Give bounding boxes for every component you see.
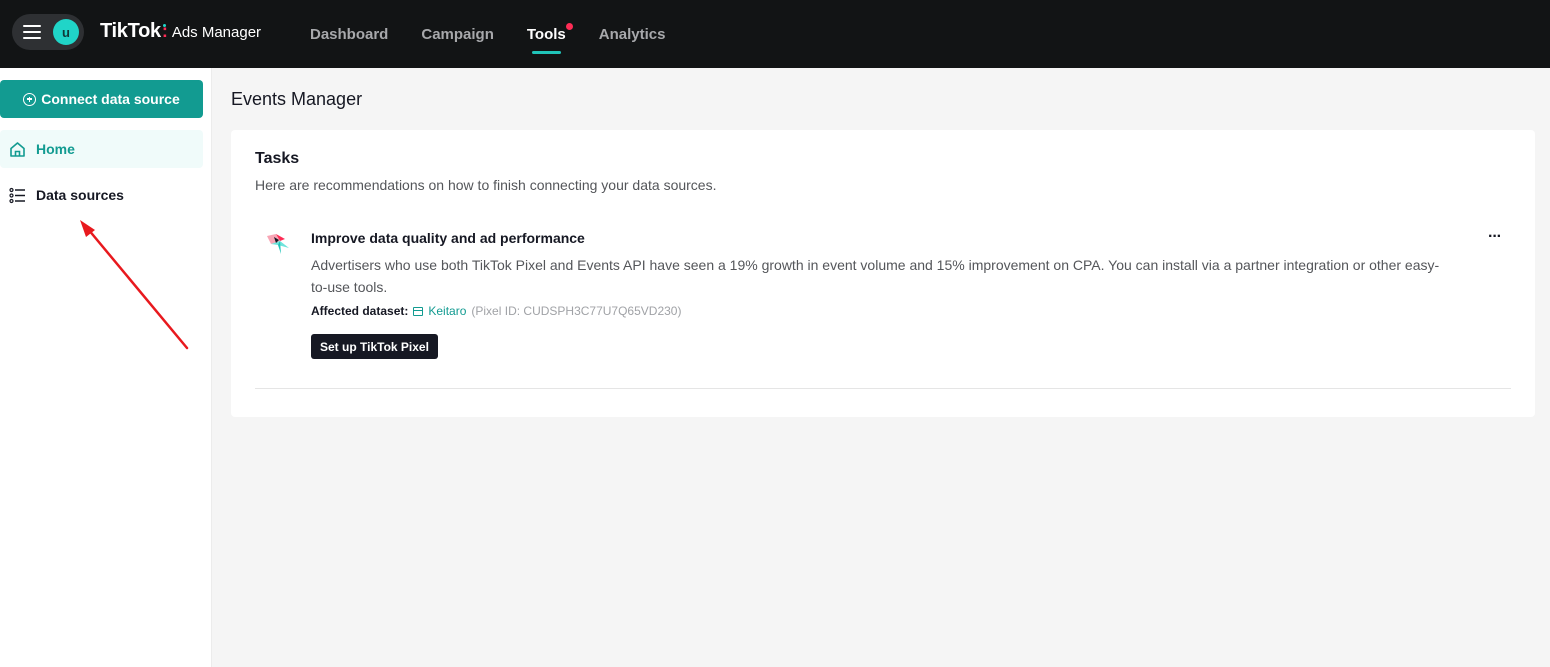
sidebar-item-home[interactable]: Home: [0, 130, 203, 168]
tasks-subtitle: Here are recommendations on how to finis…: [255, 177, 717, 193]
sidebar-item-data-sources[interactable]: Data sources: [0, 176, 203, 214]
sidebar-item-label: Home: [36, 141, 75, 157]
tiktok-logo-text: TikTok: [100, 20, 161, 42]
task-description: Advertisers who use both TikTok Pixel an…: [311, 257, 1440, 295]
nav-analytics[interactable]: Analytics: [599, 0, 666, 68]
connect-data-source-label: Connect data source: [41, 91, 180, 107]
nav-tools[interactable]: Tools: [526, 0, 573, 68]
affected-dataset-label: Affected dataset:: [311, 304, 409, 318]
pixel-task-icon: [267, 234, 289, 254]
divider: [255, 388, 1511, 389]
set-up-tiktok-pixel-button[interactable]: Set up TikTok Pixel: [311, 334, 438, 359]
nav-tools-label: Tools: [526, 25, 566, 43]
more-options-icon[interactable]: ···: [1488, 228, 1502, 246]
list-icon: [9, 187, 25, 203]
main-nav: Dashboard Campaign Tools Analytics: [310, 0, 698, 68]
page-title: Events Manager: [231, 89, 363, 109]
dataset-name-link[interactable]: Keitaro: [428, 304, 466, 318]
tasks-title: Tasks: [255, 150, 300, 167]
hamburger-icon: [23, 25, 41, 39]
brand-product-name: Ads Manager: [171, 24, 262, 41]
tiktok-logo-mark: :: [161, 21, 168, 41]
account-menu-toggle[interactable]: u: [12, 14, 84, 50]
nav-dashboard[interactable]: Dashboard: [310, 0, 388, 68]
brand-logo[interactable]: TikTok : Ads Manager: [100, 20, 261, 43]
avatar[interactable]: u: [53, 19, 79, 45]
affected-dataset: Affected dataset: Keitaro (Pixel ID: CUD…: [311, 304, 681, 318]
top-navigation-bar: u TikTok : Ads Manager Dashboard Campaig…: [0, 0, 1550, 68]
task-title: Improve data quality and ad performance: [311, 230, 585, 246]
sidebar-item-label: Data sources: [36, 187, 124, 203]
dataset-pixel-id: (Pixel ID: CUDSPH3C77U7Q65VD230): [471, 304, 682, 318]
tasks-card: Tasks Here are recommendations on how to…: [231, 130, 1535, 417]
plus-circle-icon: [23, 92, 37, 106]
dataset-icon: [413, 306, 424, 316]
notification-dot: [565, 23, 573, 30]
home-icon: [10, 141, 25, 157]
connect-data-source-button[interactable]: Connect data source: [0, 80, 203, 118]
sidebar: Connect data source Home Data sources: [0, 68, 212, 667]
nav-campaign[interactable]: Campaign: [421, 0, 494, 68]
